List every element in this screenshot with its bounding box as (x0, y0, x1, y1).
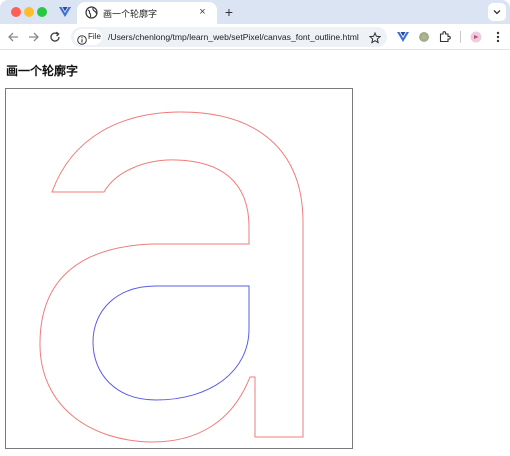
window-minimize-button[interactable] (24, 7, 34, 17)
green-extension-icon[interactable] (417, 30, 431, 44)
forward-icon[interactable] (27, 30, 41, 44)
new-tab-button[interactable]: + (221, 4, 237, 20)
address-bar[interactable]: File /Users/chenlong/tmp/learn_web/setPi… (71, 27, 387, 47)
more-menu-icon[interactable] (491, 30, 505, 44)
bookmark-star-icon[interactable] (368, 31, 382, 44)
tab-active[interactable]: 画一个轮廓字 × (77, 2, 217, 24)
glyph-outline-drawing (39, 111, 304, 443)
site-info-chip[interactable]: File (74, 29, 102, 45)
extensions-puzzle-icon[interactable] (438, 30, 452, 44)
glyph-outer-contour (39, 111, 304, 443)
reload-icon[interactable] (48, 30, 62, 44)
vue-devtools-icon[interactable] (396, 30, 410, 44)
toolbar-divider (460, 31, 461, 43)
browser-window: 画一个轮廓字 × + File /Users/chenlong/tmp/lear… (0, 0, 510, 456)
tab-title: 画一个轮廓字 (103, 10, 158, 20)
glyph-counter-contour (92, 285, 250, 401)
page-title: 画一个轮廓字 (6, 64, 79, 78)
vue-extension-icon[interactable] (58, 5, 72, 19)
back-icon[interactable] (6, 30, 20, 44)
chip-label: File (88, 32, 101, 41)
tab-close-icon[interactable]: × (196, 6, 209, 19)
url-text[interactable]: /Users/chenlong/tmp/learn_web/setPixel/c… (108, 32, 359, 42)
chevron-down-icon (493, 10, 501, 15)
globe-icon (85, 6, 98, 19)
window-maximize-button[interactable] (37, 7, 47, 17)
tab-strip: 画一个轮廓字 × + (0, 0, 510, 24)
tab-search-button[interactable] (488, 3, 506, 21)
info-icon (77, 32, 87, 45)
window-close-button[interactable] (11, 7, 21, 17)
outline-canvas (5, 88, 353, 449)
profile-avatar-icon[interactable] (469, 30, 483, 44)
browser-toolbar: File /Users/chenlong/tmp/learn_web/setPi… (0, 24, 510, 50)
